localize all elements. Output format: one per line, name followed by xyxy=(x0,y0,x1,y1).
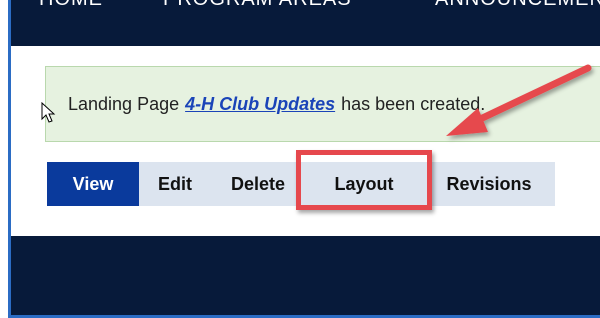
tab-edit[interactable]: Edit xyxy=(139,162,211,206)
top-navigation: HOME PROGRAM AREAS ANNOUNCEMENTS xyxy=(11,0,600,46)
status-prefix: Landing Page xyxy=(68,93,180,114)
tab-view[interactable]: View xyxy=(47,162,139,206)
landing-page-link[interactable]: 4-H Club Updates xyxy=(185,94,335,115)
tab-delete-label: Delete xyxy=(230,173,286,194)
tab-view-label: View xyxy=(72,173,114,194)
status-suffix: has been created. xyxy=(341,93,486,114)
tab-delete[interactable]: Delete xyxy=(211,162,305,206)
footer-band xyxy=(11,236,600,315)
tab-revisions[interactable]: Revisions xyxy=(423,162,555,206)
status-message: Landing Page 4-H Club Updates has been c… xyxy=(45,66,600,142)
tab-revisions-label: Revisions xyxy=(446,173,532,194)
nav-item-announcements[interactable]: ANNOUNCEMENTS xyxy=(435,0,600,11)
layout-highlight-box xyxy=(296,150,432,210)
tab-edit-label: Edit xyxy=(158,173,192,194)
nav-item-home[interactable]: HOME xyxy=(39,0,103,11)
nav-item-program-areas[interactable]: PROGRAM AREAS xyxy=(163,0,352,11)
mouse-cursor-icon xyxy=(41,102,56,123)
